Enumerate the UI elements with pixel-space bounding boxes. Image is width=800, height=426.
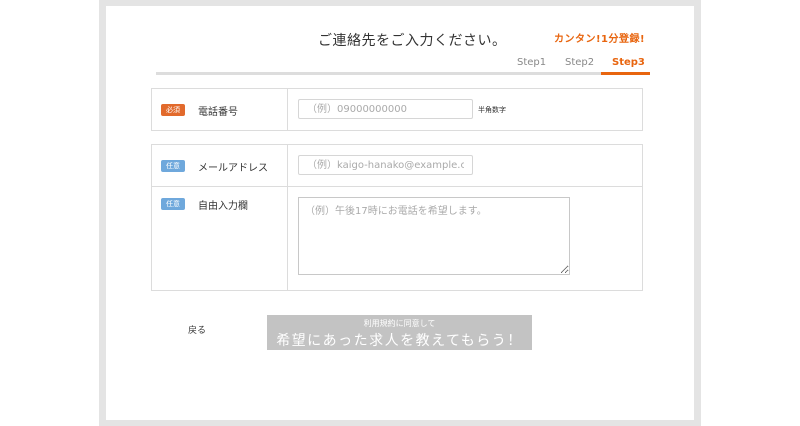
slogan: カンタン!1分登録! [554,34,646,45]
step-3: Step3 [612,57,645,68]
email-label: メールアドレス [198,163,268,174]
optional-badge-free-text: 任意 [161,198,185,210]
column-divider [287,89,288,130]
required-badge: 必須 [161,104,185,116]
step-1: Step1 [517,57,547,68]
submit-main-label: 希望にあった求人を教えてもらう！ [276,333,523,349]
submit-sub-label: 利用規約に同意して [363,319,436,328]
email-input[interactable] [298,155,473,175]
step-progress-track [156,72,650,75]
phone-row: 必須 電話番号 半角数字 [151,88,643,131]
page-title: ご連絡先をご入力ください。 [318,33,507,49]
column-divider [287,145,288,290]
free-text-textarea[interactable] [298,197,570,275]
row-divider [152,186,642,187]
phone-input[interactable] [298,99,473,119]
step-3-indicator [601,72,650,75]
optional-badge-email: 任意 [161,160,185,172]
phone-label: 電話番号 [198,107,238,118]
back-link[interactable]: 戻る [188,323,206,336]
step-2: Step2 [565,57,595,68]
optional-fields-block: 任意 メールアドレス 任意 自由入力欄 [151,144,643,291]
free-text-label: 自由入力欄 [198,201,248,212]
phone-hint: 半角数字 [478,106,506,114]
submit-button[interactable]: 利用規約に同意して 希望にあった求人を教えてもらう！ [267,315,532,350]
